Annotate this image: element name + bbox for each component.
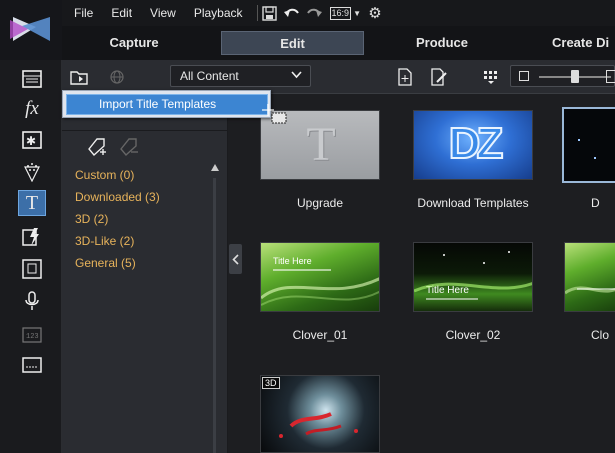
import-context-menu: Import Title Templates (62, 90, 271, 118)
import-title-templates-item[interactable]: Import Title Templates (66, 94, 268, 115)
template-label-selected: D (591, 196, 600, 210)
collapse-panel-button[interactable] (229, 244, 242, 274)
aspect-ratio-button[interactable]: 16:9 ▼ (329, 3, 361, 23)
content-filter-value: All Content (180, 69, 239, 83)
panel-divider (62, 130, 228, 131)
remove-tag-icon[interactable] (118, 136, 140, 163)
category-downloaded[interactable]: Downloaded (3) (75, 190, 160, 204)
redo-icon[interactable] (304, 3, 324, 23)
small-size-icon (519, 71, 529, 81)
category-custom[interactable]: Custom (0) (75, 168, 134, 182)
template-thumb-selected[interactable] (562, 107, 615, 183)
menu-edit[interactable]: Edit (105, 6, 138, 20)
sparkle (594, 157, 596, 159)
category-general[interactable]: General (5) (75, 256, 136, 270)
template-label-clover-01: Clover_01 (292, 328, 348, 342)
template-thumb-download[interactable]: DZ (413, 110, 533, 180)
category-3d-like[interactable]: 3D-Like (2) (75, 234, 134, 248)
thumb-subtitle-line (577, 288, 615, 290)
template-thumb-clover-03[interactable] (564, 242, 615, 312)
fx-room-icon[interactable]: fx (18, 96, 46, 122)
svg-text:123: 123 (26, 333, 39, 341)
globe-icon[interactable] (106, 66, 128, 88)
mode-tabs: Capture Edit Produce Create Di (62, 26, 615, 60)
scroll-up-icon (211, 164, 219, 171)
template-thumb-clover-01[interactable]: Title Here (260, 242, 380, 312)
large-size-icon (606, 70, 615, 83)
title-room-icon[interactable]: T (18, 190, 46, 216)
category-scrollbar[interactable] (208, 160, 222, 453)
subtitle-room-icon[interactable] (18, 256, 46, 282)
slider-thumb[interactable] (571, 70, 579, 83)
media-room-icon[interactable] (18, 66, 46, 92)
app-logo (0, 0, 62, 60)
undo-icon[interactable] (282, 3, 302, 23)
template-label-clover-03: Clo (591, 328, 610, 342)
view-options-icon[interactable] (480, 66, 502, 88)
pip-room-icon[interactable]: ✱ (18, 127, 46, 153)
svg-text:✱: ✱ (26, 134, 36, 148)
tab-produce[interactable]: Produce (402, 31, 482, 55)
tab-create-disc[interactable]: Create Di (552, 31, 615, 55)
template-label-download: Download Templates (417, 196, 529, 210)
menu-divider (256, 5, 258, 21)
thumbnail-size-slider[interactable] (510, 65, 615, 87)
new-title-icon[interactable] (394, 66, 416, 88)
tab-edit[interactable]: Edit (221, 31, 364, 55)
sparkle (578, 139, 580, 141)
tab-capture[interactable]: Capture (94, 31, 174, 55)
aspect-ratio-label: 16:9 (329, 6, 352, 20)
template-thumb-clover-02[interactable]: Title Here (413, 242, 533, 312)
chevron-down-icon: ▼ (353, 8, 361, 18)
title-template-grid: T Upgrade DZ Download Templates D Title … (242, 94, 615, 453)
import-media-icon[interactable] (68, 66, 90, 88)
template-label-upgrade: Upgrade (296, 196, 344, 210)
drag-cursor-icon (262, 104, 290, 128)
chevron-down-icon (291, 66, 302, 86)
microphone-icon[interactable] (18, 288, 46, 314)
room-rail: fx ✱ T 123 (0, 60, 62, 453)
particle-room-icon[interactable] (18, 159, 46, 185)
menu-bar: File Edit View Playback 16:9 ▼ ⚙ (62, 0, 615, 26)
template-label-clover-02: Clover_02 (445, 328, 501, 342)
gear-icon[interactable]: ⚙ (365, 3, 385, 23)
save-icon[interactable] (260, 3, 280, 23)
dz-logo-icon: DZ (448, 118, 505, 169)
chapter-room-icon[interactable]: 123 (18, 322, 46, 348)
content-filter-select[interactable]: All Content (170, 65, 311, 87)
category-panel: Custom (0) Downloaded (3) 3D (2) 3D-Like… (62, 94, 228, 453)
subtitles-icon[interactable] (18, 352, 46, 378)
library-toolbar: All Content (62, 60, 615, 94)
scroll-track (213, 178, 216, 453)
menu-view[interactable]: View (144, 6, 182, 20)
edit-template-icon[interactable] (428, 66, 450, 88)
add-tag-icon[interactable] (86, 136, 108, 163)
menu-playback[interactable]: Playback (188, 6, 249, 20)
template-thumb-3d-title[interactable]: 3D (260, 375, 380, 453)
transition-room-icon[interactable] (18, 224, 46, 250)
menu-file[interactable]: File (68, 6, 99, 20)
category-3d[interactable]: 3D (2) (75, 212, 108, 226)
